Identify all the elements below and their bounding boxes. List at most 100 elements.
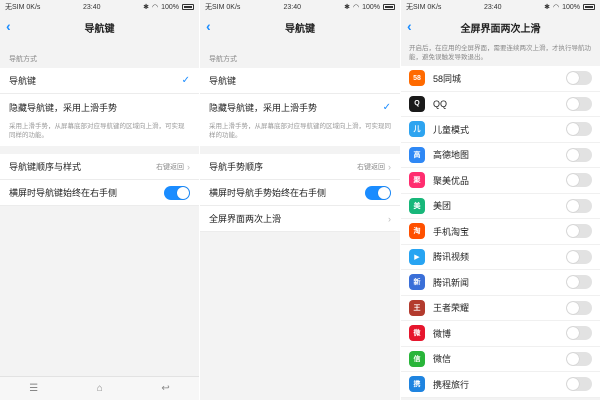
option-label: 隐藏导航键，采用上滑手势	[209, 102, 318, 113]
app-toggle[interactable]	[566, 71, 592, 86]
app-row: 58 58同城	[401, 66, 600, 92]
app-name: 携程旅行	[433, 379, 470, 390]
status-bar: 无SIM 0K/s 23:40 ✱ ◠ 100%	[200, 0, 400, 14]
app-row: 微微博	[401, 321, 600, 347]
landscape-toggle[interactable]	[365, 185, 391, 200]
app-row: Q QQ	[401, 91, 600, 117]
navigation-bar: ☰ ⌂ ↩	[0, 376, 199, 400]
row-label: 横屏时导航键始终在右手侧	[9, 188, 118, 198]
menu-icon[interactable]: ☰	[29, 383, 38, 394]
chevron-right-icon: ›	[388, 161, 391, 172]
app-toggle[interactable]	[566, 173, 592, 188]
app-icon: ▶	[409, 248, 425, 265]
bluetooth-icon: ✱	[544, 3, 550, 11]
app-icon: 携	[409, 376, 425, 393]
title-bar: ‹ 导航键	[200, 14, 400, 40]
gesture-order-row[interactable]: 导航手势顺序 右键返回 ›	[200, 154, 400, 180]
fullscreen-double-swipe-row[interactable]: 全屏界面两次上滑 ›	[200, 206, 400, 232]
back-icon[interactable]: ↩	[161, 383, 169, 394]
landscape-toggle[interactable]	[164, 185, 190, 200]
wifi-icon: ◠	[552, 3, 560, 11]
row-label: 全屏界面两次上滑	[209, 214, 282, 224]
app-name: 手机淘宝	[433, 226, 470, 237]
section-header: 导航方式	[209, 56, 237, 63]
app-toggle[interactable]	[566, 147, 592, 162]
app-row: ▶ 腾讯视频	[401, 244, 600, 270]
app-icon: 聚	[409, 172, 425, 189]
option-description: 采用上滑手势，从屏幕底部对应导航键的区域向上滑，可实现同样的功能。	[200, 120, 400, 146]
app-icon: 新	[409, 274, 425, 291]
intro-text: 开启后，在应用的全屏界面，需要连续两次上滑，才执行导航功能，避免误触发导致退出。	[409, 45, 591, 61]
app-icon: 58	[409, 70, 425, 87]
app-icon: 美	[409, 197, 425, 214]
home-icon[interactable]: ⌂	[97, 383, 103, 394]
app-row: 儿儿童模式	[401, 117, 600, 143]
back-chevron-icon[interactable]: ‹	[407, 18, 412, 34]
app-name: 王者荣耀	[433, 303, 470, 314]
clock: 23:40	[483, 3, 502, 11]
option-label: 隐藏导航键，采用上滑手势	[9, 102, 118, 113]
app-toggle[interactable]	[566, 351, 592, 366]
back-chevron-icon[interactable]: ‹	[6, 18, 11, 34]
option-navigation-keys[interactable]: 导航键 ✓	[0, 68, 199, 94]
app-row: 王王者荣耀	[401, 295, 600, 321]
chevron-right-icon: ›	[187, 161, 190, 172]
app-toggle[interactable]	[566, 96, 592, 111]
back-chevron-icon[interactable]: ‹	[206, 18, 211, 34]
app-name: QQ	[433, 98, 448, 109]
app-name: 美团	[433, 201, 452, 212]
app-toggle[interactable]	[566, 326, 592, 341]
app-icon: 儿	[409, 121, 425, 138]
app-name: 腾讯新闻	[433, 277, 470, 288]
option-description: 采用上滑手势，从屏幕底部对应导航键的区域向上滑，可实现同样的功能。	[0, 120, 199, 146]
option-navigation-keys[interactable]: 导航键	[200, 68, 400, 94]
app-row: 信微信	[401, 346, 600, 372]
battery-icon	[382, 4, 395, 10]
option-swipe-gesture[interactable]: 隐藏导航键，采用上滑手势 ✓	[200, 94, 400, 120]
app-name: 高德地图	[433, 150, 470, 161]
app-icon: 高	[409, 146, 425, 163]
page-title: 全屏界面两次上滑	[460, 23, 541, 35]
app-toggle[interactable]	[566, 198, 592, 213]
app-name: 腾讯视频	[433, 252, 470, 263]
bluetooth-icon: ✱	[143, 3, 149, 11]
app-toggle[interactable]	[566, 249, 592, 264]
app-list: 58 58同城 Q QQ 儿儿童模式高高德地图聚聚美优品美美团淘手机淘宝 ▶ 腾讯视频新腾讯…	[401, 66, 600, 398]
app-row: 聚聚美优品	[401, 168, 600, 194]
app-row: 淘手机淘宝	[401, 219, 600, 245]
checkmark-icon: ✓	[382, 101, 391, 113]
app-icon: Q	[409, 95, 425, 112]
battery-percent: 100%	[562, 3, 580, 11]
app-icon: 淘	[409, 223, 425, 240]
option-swipe-gesture[interactable]: 隐藏导航键，采用上滑手势	[0, 94, 199, 120]
page-title: 导航键	[285, 23, 315, 35]
app-icon: 信	[409, 350, 425, 367]
battery-icon	[181, 4, 194, 10]
app-name: 微信	[433, 354, 452, 365]
status-bar: 无SIM 0K/s 23:40 ✱ ◠ 100%	[401, 0, 600, 14]
chevron-right-icon: ›	[388, 213, 391, 224]
key-order-style-row[interactable]: 导航键顺序与样式 右键返回 ›	[0, 154, 199, 180]
app-icon: 微	[409, 325, 425, 342]
app-toggle[interactable]	[566, 224, 592, 239]
app-toggle[interactable]	[566, 122, 592, 137]
app-name: 聚美优品	[433, 175, 470, 186]
app-name: 儿童模式	[433, 124, 470, 135]
checkmark-icon: ✓	[181, 75, 190, 86]
battery-percent: 100%	[161, 3, 179, 11]
screen-navigation-gestures: 无SIM 0K/s 23:40 ✱ ◠ 100% ‹ 导航键 导航方式 导航键 …	[200, 0, 400, 400]
row-value: 右键返回	[156, 163, 184, 171]
wifi-icon: ◠	[151, 3, 159, 11]
clock: 23:40	[283, 3, 302, 11]
app-row: 高高德地图	[401, 142, 600, 168]
app-toggle[interactable]	[566, 275, 592, 290]
landscape-right-side-row: 横屏时导航键始终在右手侧	[0, 180, 199, 206]
app-toggle[interactable]	[566, 377, 592, 392]
screen-navigation-keys: 无SIM 0K/s 23:40 ✱ ◠ 100% ‹ 导航键 导航方式 导航键 …	[0, 0, 199, 400]
carrier-text: 无SIM 0K/s	[5, 4, 41, 11]
row-label: 横屏时导航手势始终在右手侧	[209, 188, 327, 198]
app-toggle[interactable]	[566, 300, 592, 315]
row-value: 右键返回	[357, 163, 385, 171]
wifi-icon: ◠	[352, 3, 360, 11]
app-row: 携携程旅行	[401, 372, 600, 398]
